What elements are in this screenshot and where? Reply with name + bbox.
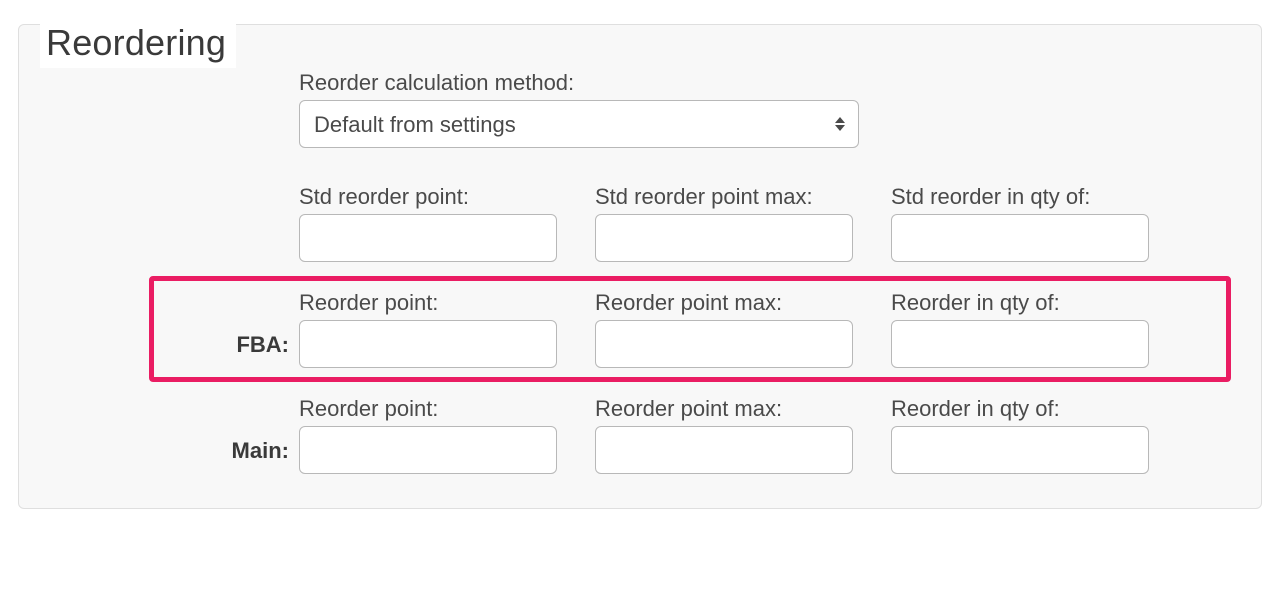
fba-reorder-point-max-col: Reorder point max: bbox=[595, 290, 853, 368]
reordering-fieldset: Reordering Reorder calculation method: D… bbox=[18, 24, 1262, 509]
main-reorder-point-col: Reorder point: bbox=[299, 396, 557, 474]
main-reorder-qty-input[interactable] bbox=[891, 426, 1149, 474]
std-reorder-qty-col: Std reorder in qty of: bbox=[891, 184, 1149, 262]
main-reorder-qty-col: Reorder in qty of: bbox=[891, 396, 1149, 474]
std-reorder-qty-label: Std reorder in qty of: bbox=[891, 184, 1149, 210]
method-select[interactable]: Default from settings bbox=[299, 100, 859, 148]
method-label: Reorder calculation method: bbox=[299, 70, 1221, 96]
std-reorder-qty-input[interactable] bbox=[891, 214, 1149, 262]
fba-reorder-qty-label: Reorder in qty of: bbox=[891, 290, 1149, 316]
std-reorder-point-max-label: Std reorder point max: bbox=[595, 184, 853, 210]
std-reorder-point-col: Std reorder point: bbox=[299, 184, 557, 262]
fieldset-body: Reorder calculation method: Default from… bbox=[18, 24, 1262, 509]
fba-row-label: FBA: bbox=[169, 332, 289, 358]
main-row: Main: Reorder point: Reorder point max: … bbox=[299, 382, 1221, 488]
main-reorder-point-max-col: Reorder point max: bbox=[595, 396, 853, 474]
fba-reorder-point-col: Reorder point: bbox=[299, 290, 557, 368]
main-reorder-point-label: Reorder point: bbox=[299, 396, 557, 422]
method-select-wrap: Default from settings bbox=[299, 100, 859, 148]
std-reorder-point-input[interactable] bbox=[299, 214, 557, 262]
method-row: Reorder calculation method: Default from… bbox=[299, 70, 1221, 148]
fba-reorder-point-max-label: Reorder point max: bbox=[595, 290, 853, 316]
section-title: Reordering bbox=[40, 22, 236, 68]
fba-row: FBA: Reorder point: Reorder point max: R… bbox=[299, 276, 1221, 382]
std-row: Std reorder point: Std reorder point max… bbox=[299, 170, 1221, 276]
grid-section: Std reorder point: Std reorder point max… bbox=[299, 170, 1221, 488]
main-reorder-point-input[interactable] bbox=[299, 426, 557, 474]
main-reorder-qty-label: Reorder in qty of: bbox=[891, 396, 1149, 422]
std-reorder-point-label: Std reorder point: bbox=[299, 184, 557, 210]
form-area: Reorder calculation method: Default from… bbox=[59, 70, 1221, 488]
main-reorder-point-max-label: Reorder point max: bbox=[595, 396, 853, 422]
fba-reorder-point-max-input[interactable] bbox=[595, 320, 853, 368]
fba-reorder-point-label: Reorder point: bbox=[299, 290, 557, 316]
fba-reorder-qty-input[interactable] bbox=[891, 320, 1149, 368]
main-row-label: Main: bbox=[169, 438, 289, 464]
fba-reorder-point-input[interactable] bbox=[299, 320, 557, 368]
std-reorder-point-max-input[interactable] bbox=[595, 214, 853, 262]
main-reorder-point-max-input[interactable] bbox=[595, 426, 853, 474]
fba-reorder-qty-col: Reorder in qty of: bbox=[891, 290, 1149, 368]
std-reorder-point-max-col: Std reorder point max: bbox=[595, 184, 853, 262]
